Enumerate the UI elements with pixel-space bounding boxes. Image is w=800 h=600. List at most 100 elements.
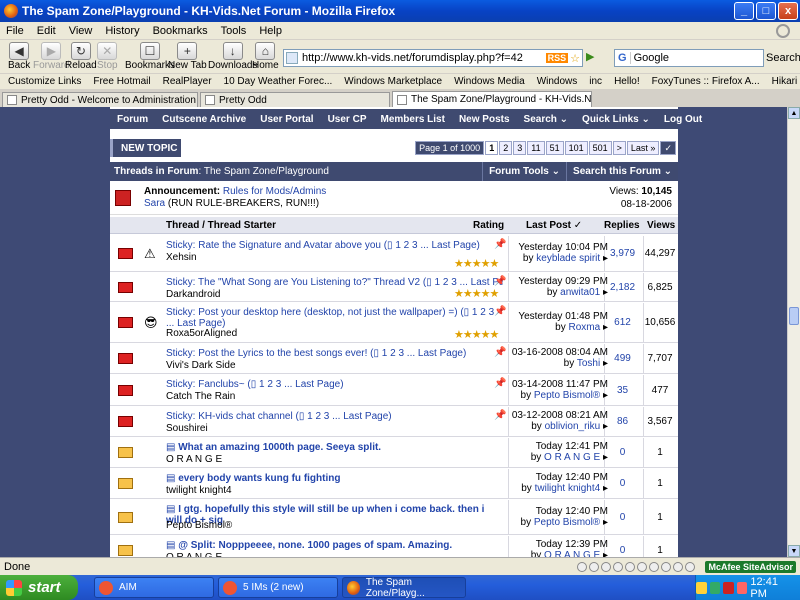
thread-title-link[interactable]: ▤ every body wants kung fu fighting xyxy=(166,473,503,484)
thread-title-link[interactable]: Sticky: Post your desktop here (desktop,… xyxy=(166,307,503,329)
minimize-button[interactable]: _ xyxy=(734,2,754,20)
thread-row[interactable]: Sticky: Fanclubs~ (▯ 1 2 3 ... Last Page… xyxy=(110,375,678,406)
thread-pages-link[interactable]: (▯ 1 2 3 ... Last Page) xyxy=(367,348,466,359)
thread-row[interactable]: Sticky: KH-vids chat channel (▯ 1 2 3 ..… xyxy=(110,407,678,437)
last-post-user[interactable]: keyblade spirit xyxy=(536,253,600,264)
thread-title-link[interactable]: ▤ @ Split: Nopppeeee, none. 1000 pages o… xyxy=(166,540,503,551)
announcement-link[interactable]: Rules for Mods/Admins xyxy=(223,186,326,197)
start-button[interactable]: start xyxy=(0,575,78,600)
search-button[interactable]: Search xyxy=(766,52,800,64)
thread-title-text[interactable]: Sticky: The "What Song are You Listening… xyxy=(166,277,420,288)
replies-count[interactable]: 612 xyxy=(605,317,640,328)
page-link[interactable]: 501 xyxy=(588,141,612,155)
thread-title-text[interactable]: Sticky: Post your desktop here (desktop,… xyxy=(166,307,458,318)
thread-starter[interactable]: Xehsin xyxy=(166,252,197,263)
thread-row[interactable]: 😎 Sticky: Post your desktop here (desktop… xyxy=(110,303,678,343)
bookmark-link[interactable]: Hikari (Utada Hikaru so... xyxy=(772,76,800,87)
extension-icon[interactable] xyxy=(637,561,648,572)
last-post-user[interactable]: Roxma xyxy=(569,322,601,333)
tab-spam-zone[interactable]: The Spam Zone/Playground - KH-Vids.Ne...… xyxy=(392,91,592,107)
extension-icon[interactable] xyxy=(625,561,636,572)
menu-tools[interactable]: Tools xyxy=(221,25,247,37)
bookmark-link[interactable]: Windows Marketplace xyxy=(344,76,442,87)
tray-icon[interactable] xyxy=(723,581,734,594)
extension-icon[interactable] xyxy=(649,561,660,572)
thread-title-text[interactable]: @ Split: Nopppeeee, none. 1000 pages of … xyxy=(178,540,452,551)
close-button[interactable]: x xyxy=(778,2,798,20)
menu-view[interactable]: View xyxy=(69,25,93,37)
col-views[interactable]: Views xyxy=(647,220,675,231)
page-link[interactable]: 2 xyxy=(499,141,513,155)
extension-icon[interactable] xyxy=(673,561,684,572)
thread-starter[interactable]: Vivi's Dark Side xyxy=(166,360,236,371)
thread-title-link[interactable]: ▤ What an amazing 1000th page. Seeya spl… xyxy=(166,442,503,453)
page-last[interactable]: Last » xyxy=(626,141,660,155)
replies-count[interactable]: 2,182 xyxy=(605,282,640,293)
url-text[interactable]: http://www.kh-vids.net/forumdisplay.php?… xyxy=(302,52,546,64)
page-link[interactable]: 101 xyxy=(564,141,588,155)
thread-row[interactable]: Sticky: The "What Song are You Listening… xyxy=(110,273,678,302)
nav-new-posts[interactable]: New Posts xyxy=(452,114,517,125)
thread-starter[interactable]: Pepto Bismol® xyxy=(166,520,232,531)
menu-bookmarks[interactable]: Bookmarks xyxy=(153,25,208,37)
nav-quick-links[interactable]: Quick Links ⌄ xyxy=(575,114,657,125)
thread-title-link[interactable]: Sticky: Post the Lyrics to the best song… xyxy=(166,348,503,359)
nav-search[interactable]: Search ⌄ xyxy=(517,114,576,125)
maximize-button[interactable]: □ xyxy=(756,2,776,20)
thread-row[interactable]: ▤ What an amazing 1000th page. Seeya spl… xyxy=(110,438,678,468)
col-replies[interactable]: Replies xyxy=(604,220,640,231)
back-button[interactable]: ◀ Back xyxy=(8,42,30,71)
replies-count[interactable]: 0 xyxy=(605,545,640,556)
menu-edit[interactable]: Edit xyxy=(37,25,56,37)
clock[interactable]: 12:41 PM xyxy=(750,576,792,600)
taskbar-ims[interactable]: 5 IMs (2 new) xyxy=(218,577,338,598)
bookmark-link[interactable]: Customize Links xyxy=(8,76,81,87)
bookmark-link[interactable]: 10 Day Weather Forec... xyxy=(224,76,333,87)
forum-tools-menu[interactable]: Forum Tools ⌄ xyxy=(482,162,566,181)
extension-icon[interactable] xyxy=(589,561,600,572)
thread-title-link[interactable]: Sticky: Fanclubs~ (▯ 1 2 3 ... Last Page… xyxy=(166,379,503,390)
page-scrollbar[interactable]: ▲ ▼ xyxy=(787,107,800,557)
last-post-user[interactable]: Pepto Bismol® xyxy=(534,517,600,528)
thread-row[interactable]: Sticky: Post the Lyrics to the best song… xyxy=(110,344,678,374)
nav-log-out[interactable]: Log Out xyxy=(657,114,709,125)
bookmark-link[interactable]: FoxyTunes :: Firefox A... xyxy=(652,76,760,87)
scroll-down-icon[interactable]: ▼ xyxy=(788,545,800,557)
tab-pretty-odd-admin[interactable]: Pretty Odd - Welcome to Administration xyxy=(2,92,198,107)
page-link[interactable]: 1 xyxy=(485,141,499,155)
thread-starter[interactable]: Darkandroid xyxy=(166,289,220,300)
replies-count[interactable]: 0 xyxy=(605,478,640,489)
thread-pages-link[interactable]: (▯ 1 2 3 ... Last Page) xyxy=(381,240,480,251)
extension-icon[interactable] xyxy=(613,561,624,572)
nav-cutscene-archive[interactable]: Cutscene Archive xyxy=(155,114,253,125)
extension-icon[interactable] xyxy=(661,561,672,572)
last-post-user[interactable]: oblivion_riku xyxy=(545,421,601,432)
last-post-user[interactable]: O R A N G E xyxy=(544,452,600,463)
downloads-button[interactable]: ↓ Downloads xyxy=(208,42,257,71)
search-forum-menu[interactable]: Search this Forum ⌄ xyxy=(566,162,678,181)
replies-count[interactable]: 86 xyxy=(605,416,640,427)
bookmark-link[interactable]: Hello! xyxy=(614,76,640,87)
thread-pages-link[interactable]: (▯ 1 2 3 ... Last Page) xyxy=(293,411,391,422)
tray-icon[interactable] xyxy=(709,581,721,594)
thread-starter[interactable]: O R A N G E xyxy=(166,454,222,465)
scroll-thumb[interactable] xyxy=(789,307,799,325)
search-input[interactable]: Google xyxy=(634,52,669,64)
replies-count[interactable]: 35 xyxy=(605,385,640,396)
new-topic-button[interactable]: NEW TOPIC xyxy=(110,139,182,157)
thread-starter[interactable]: Catch The Rain xyxy=(166,391,235,402)
col-last-post[interactable]: Last Post ✓ xyxy=(526,220,582,231)
replies-count[interactable]: 0 xyxy=(605,512,640,523)
thread-row[interactable]: ▤ @ Split: Nopppeeee, none. 1000 pages o… xyxy=(110,536,678,557)
taskbar-firefox[interactable]: The Spam Zone/Playg... xyxy=(342,577,466,599)
thread-title-text[interactable]: Sticky: Rate the Signature and Avatar ab… xyxy=(166,240,381,251)
page-jump-icon[interactable]: ✓ xyxy=(660,141,676,155)
bookmark-link[interactable]: Windows Media xyxy=(454,76,525,87)
thread-row[interactable]: ▤ every body wants kung fu fighting twili… xyxy=(110,469,678,499)
page-link[interactable]: 3 xyxy=(513,141,527,155)
menu-history[interactable]: History xyxy=(105,25,139,37)
taskbar-aim[interactable]: AIM xyxy=(94,577,214,598)
last-post-user[interactable]: twilight knight4 xyxy=(535,483,601,494)
nav-members-list[interactable]: Members List xyxy=(373,114,451,125)
bookmark-star-icon[interactable]: ☆ xyxy=(570,52,580,65)
